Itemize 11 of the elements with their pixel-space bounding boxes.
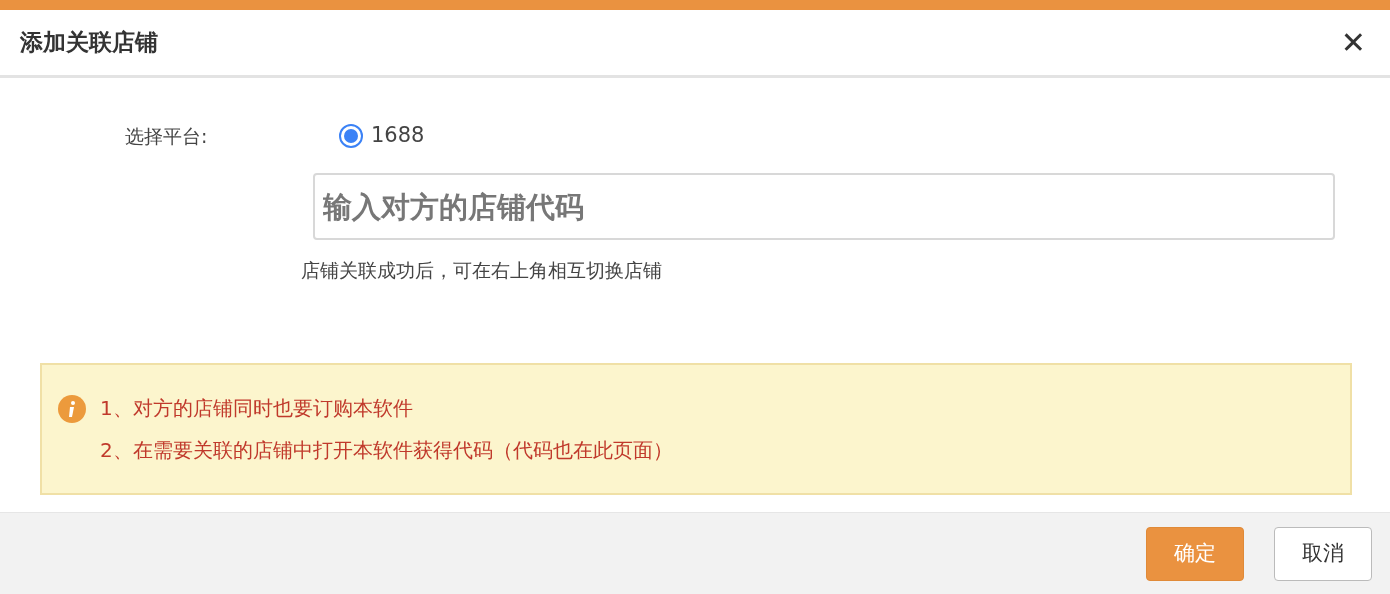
- notice-line: 1、对方的店铺同时也要订购本软件: [100, 394, 414, 422]
- radio-label[interactable]: 1688: [371, 120, 425, 152]
- notice-line: 2、在需要关联的店铺中打开本软件获得代码（代码也在此页面）: [100, 436, 673, 464]
- info-icon: [58, 394, 86, 423]
- shop-code-field[interactable]: 输入对方的店铺代码: [313, 173, 1335, 240]
- cancel-button[interactable]: 取消: [1274, 526, 1372, 581]
- close-button[interactable]: ✕: [1340, 27, 1370, 58]
- hint-text: 店铺关联成功后，可在右上角相互切换店铺: [301, 258, 663, 283]
- dialog-title: 添加关联店铺: [20, 28, 158, 58]
- platform-label: 选择平台:: [125, 123, 209, 149]
- radio-button[interactable]: [339, 124, 363, 148]
